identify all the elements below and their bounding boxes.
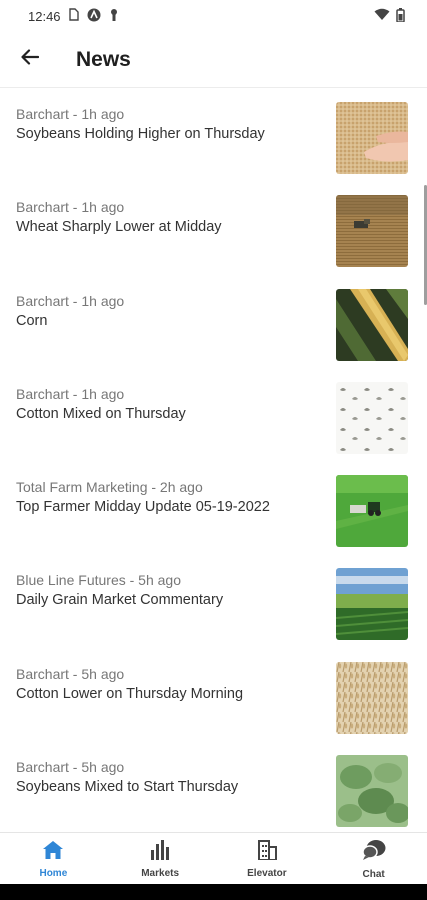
news-title: Corn [16, 312, 48, 329]
news-item[interactable]: Barchart - 5h ago Soybeans Mixed to Star… [0, 742, 427, 832]
news-item[interactable]: Barchart - 1h ago Wheat Sharply Lower at… [0, 182, 427, 275]
news-source: Barchart - 5h ago [16, 665, 125, 682]
news-title: Soybeans Holding Higher on Thursday [16, 126, 265, 142]
news-thumbnail [336, 102, 408, 174]
bottom-nav: Home Markets Elevator Chat [0, 832, 427, 885]
news-thumbnail [336, 195, 408, 268]
status-right [374, 7, 405, 25]
back-button[interactable] [0, 32, 60, 88]
news-thumbnail [336, 475, 408, 548]
nav-markets[interactable]: Markets [107, 833, 214, 885]
news-source: Barchart - 5h ago [16, 759, 125, 776]
battery-icon [396, 7, 405, 25]
nav-label: Markets [141, 867, 180, 879]
nav-home[interactable]: Home [0, 833, 107, 885]
news-title: Soybeans Mixed to Start Thursday [16, 779, 239, 796]
lock-icon [109, 8, 119, 25]
nav-label: Home [39, 867, 68, 879]
news-title: Cotton Mixed on Thursday [16, 405, 186, 422]
news-source: Barchart - 1h ago [16, 199, 125, 216]
news-source: Total Farm Marketing - 2h ago [16, 479, 203, 496]
news-title: Cotton Lower on Thursday Morning [16, 685, 244, 702]
nav-label: Elevator [247, 867, 287, 879]
news-thumbnail [336, 381, 408, 454]
news-title: Top Farmer Midday Update 05-19-2022 [16, 499, 270, 516]
news-source: Barchart - 1h ago [16, 385, 125, 402]
bar-chart-icon [149, 839, 171, 865]
nav-chat[interactable]: Chat [320, 833, 427, 885]
news-thumbnail [336, 755, 408, 828]
news-source: Barchart - 1h ago [16, 106, 125, 122]
news-list: Barchart - 1h ago Soybeans Holding Highe… [0, 89, 427, 832]
nav-elevator[interactable]: Elevator [214, 833, 321, 885]
news-item[interactable]: Total Farm Marketing - 2h ago Top Farmer… [0, 462, 427, 555]
wifi-icon [374, 8, 390, 24]
news-item[interactable]: Barchart - 5h ago Cotton Lower on Thursd… [0, 649, 427, 742]
sim-icon [68, 8, 79, 24]
vpn-icon [87, 8, 101, 25]
system-nav-bar [0, 884, 427, 900]
home-icon [42, 840, 64, 865]
page-title: News [76, 47, 131, 71]
building-icon [256, 839, 278, 865]
news-item[interactable]: Barchart - 1h ago Corn [0, 276, 427, 369]
status-left: 12:46 [28, 8, 119, 25]
status-bar: 12:46 [0, 0, 427, 32]
news-source: Blue Line Futures - 5h ago [16, 572, 181, 589]
news-item[interactable]: Blue Line Futures - 5h ago Daily Grain M… [0, 555, 427, 648]
news-thumbnail [336, 288, 408, 361]
news-thumbnail [336, 568, 408, 641]
status-time: 12:46 [28, 8, 61, 24]
nav-label: Chat [362, 868, 385, 880]
news-title: Daily Grain Market Commentary [16, 592, 224, 609]
news-item[interactable]: Barchart - 1h ago Cotton Mixed on Thursd… [0, 369, 427, 462]
arrow-left-icon [21, 49, 40, 70]
news-title: Wheat Sharply Lower at Midday [16, 219, 222, 236]
chat-icon [361, 839, 386, 866]
news-thumbnail [336, 661, 408, 734]
news-item[interactable]: Barchart - 1h ago Soybeans Holding Highe… [0, 89, 427, 182]
app-bar: News [0, 32, 427, 88]
news-source: Barchart - 1h ago [16, 292, 125, 309]
